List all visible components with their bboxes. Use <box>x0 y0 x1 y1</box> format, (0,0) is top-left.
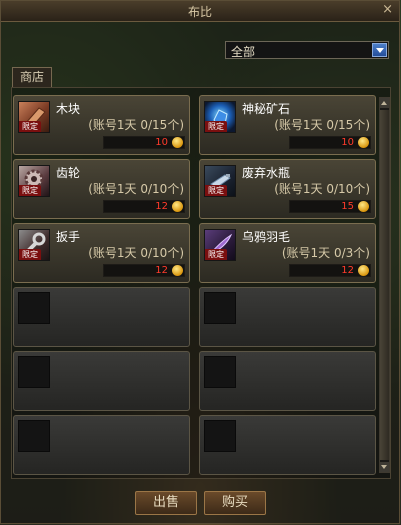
item-price: 12 <box>155 265 168 276</box>
scroll-thumb[interactable] <box>380 110 389 460</box>
empty-slot-icon <box>18 292 50 324</box>
buy-button[interactable]: 购买 <box>204 491 266 515</box>
empty-slot <box>13 287 190 347</box>
empty-slot <box>199 415 376 475</box>
empty-slot <box>199 351 376 411</box>
item-limit: (账号1天 0/15个) <box>274 118 370 132</box>
npc-shop-window: 布比 × 全部 商店 限定 木块 (账号1天 0/15个) 10 限定 神秘矿石… <box>0 0 400 524</box>
tab-shop[interactable]: 商店 <box>12 67 52 87</box>
window-title: 布比 <box>187 5 212 19</box>
item-name: 乌鸦羽毛 <box>242 230 291 244</box>
price-bar: 15 <box>289 200 371 213</box>
price-bar: 12 <box>103 200 185 213</box>
empty-slot-icon <box>18 420 50 452</box>
empty-slot <box>13 415 190 475</box>
shop-item-wood-block[interactable]: 限定 木块 (账号1天 0/15个) 10 <box>13 95 190 155</box>
mystery-ore-icon: 限定 <box>204 101 236 133</box>
shop-item-mystery-ore[interactable]: 限定 神秘矿石 (账号1天 0/15个) 10 <box>199 95 376 155</box>
gold-coin-icon <box>172 265 183 276</box>
item-name: 木块 <box>56 102 81 116</box>
item-name: 扳手 <box>56 230 81 244</box>
price-bar: 12 <box>289 264 371 277</box>
empty-slot <box>199 287 376 347</box>
item-price: 10 <box>155 137 168 148</box>
crow-feather-icon: 限定 <box>204 229 236 261</box>
empty-slot-icon <box>18 356 50 388</box>
gold-coin-icon <box>358 265 369 276</box>
item-price: 12 <box>155 201 168 212</box>
shop-item-water-bottle[interactable]: 限定 废弃水瓶 (账号1天 0/10个) 15 <box>199 159 376 219</box>
item-price: 15 <box>341 201 354 212</box>
gold-coin-icon <box>358 201 369 212</box>
gold-coin-icon <box>358 137 369 148</box>
empty-slot <box>13 351 190 411</box>
item-price: 10 <box>341 137 354 148</box>
scroll-down-icon[interactable] <box>380 462 389 472</box>
close-icon[interactable]: × <box>382 2 393 17</box>
item-limit: (账号1天 0/15个) <box>88 118 184 132</box>
price-bar: 10 <box>289 136 371 149</box>
shop-item-crow-feather[interactable]: 限定 乌鸦羽毛 (账号1天 0/3个) 12 <box>199 223 376 283</box>
sell-button[interactable]: 出售 <box>135 491 197 515</box>
chevron-down-icon[interactable] <box>372 43 387 57</box>
empty-slot-icon <box>204 292 236 324</box>
category-dropdown[interactable]: 全部 <box>225 41 389 59</box>
item-price: 12 <box>341 265 354 276</box>
item-name: 废弃水瓶 <box>242 166 291 180</box>
gold-coin-icon <box>172 201 183 212</box>
gear-icon: 限定 <box>18 165 50 197</box>
water-bottle-icon: 限定 <box>204 165 236 197</box>
empty-slot-icon <box>204 420 236 452</box>
item-limit: (账号1天 0/3个) <box>281 246 370 260</box>
title-bar[interactable]: 布比 × <box>1 1 399 22</box>
item-limit: (账号1天 0/10个) <box>88 246 184 260</box>
wood-block-icon: 限定 <box>18 101 50 133</box>
price-bar: 12 <box>103 264 185 277</box>
item-limit: (账号1天 0/10个) <box>88 182 184 196</box>
gold-coin-icon <box>172 137 183 148</box>
action-bar: 出售 购买 <box>1 491 399 521</box>
wrench-icon: 限定 <box>18 229 50 261</box>
item-limit: (账号1天 0/10个) <box>274 182 370 196</box>
shop-item-wrench[interactable]: 限定 扳手 (账号1天 0/10个) 12 <box>13 223 190 283</box>
shop-item-gear[interactable]: 限定 齿轮 (账号1天 0/10个) 12 <box>13 159 190 219</box>
list-scrollbar[interactable] <box>379 97 390 473</box>
scroll-up-icon[interactable] <box>380 98 389 108</box>
category-dropdown-value: 全部 <box>231 45 256 59</box>
item-name: 齿轮 <box>56 166 81 180</box>
empty-slot-icon <box>204 356 236 388</box>
item-name: 神秘矿石 <box>242 102 291 116</box>
price-bar: 10 <box>103 136 185 149</box>
